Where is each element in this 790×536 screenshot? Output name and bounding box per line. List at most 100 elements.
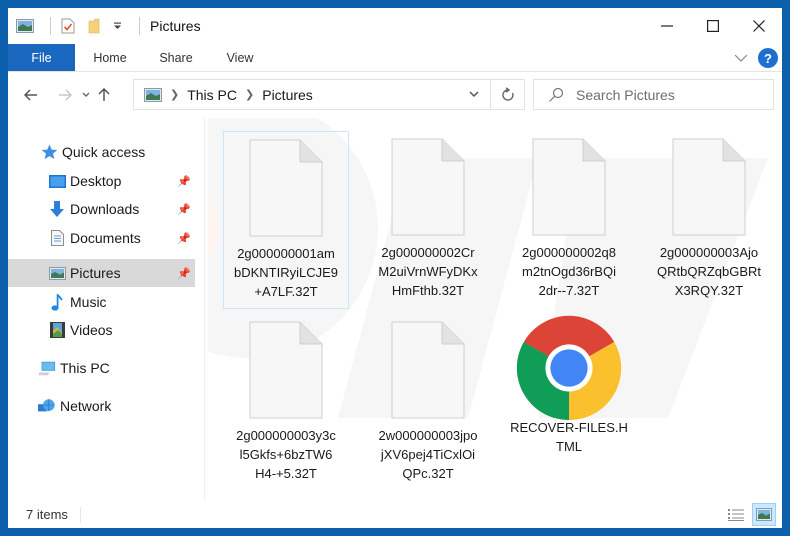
pictures-icon xyxy=(48,264,66,282)
pictures-location-icon xyxy=(144,87,162,102)
minimize-button[interactable] xyxy=(644,8,690,44)
desktop-icon xyxy=(48,172,66,190)
chevron-down-icon xyxy=(469,91,479,98)
network-icon xyxy=(38,397,56,415)
generic-file-icon xyxy=(249,139,323,237)
window-title: Pictures xyxy=(150,18,201,34)
details-view-button[interactable] xyxy=(724,503,748,526)
quick-access-toolbar: Pictures xyxy=(8,8,201,44)
sidebar-item-downloads[interactable]: Downloads 📌 xyxy=(8,195,195,223)
generic-file-icon xyxy=(391,321,465,419)
file-item[interactable]: 2g000000002Cr M2uiVrnWFyDKx HmFthb.32T xyxy=(365,131,491,309)
close-icon xyxy=(753,20,765,32)
sidebar-item-label: Music xyxy=(70,294,107,310)
search-box[interactable]: Search Pictures xyxy=(533,79,774,110)
customize-toolbar-dropdown-icon[interactable] xyxy=(111,17,123,35)
file-item[interactable]: RECOVER-FILES.H TML xyxy=(506,314,632,492)
tab-share[interactable]: Share xyxy=(145,44,207,71)
sidebar-item-music[interactable]: Music xyxy=(8,288,195,316)
sidebar-item-label: This PC xyxy=(60,360,110,376)
sidebar-item-documents[interactable]: Documents 📌 xyxy=(8,224,195,252)
up-button[interactable] xyxy=(94,80,114,110)
properties-icon[interactable] xyxy=(59,17,77,35)
sidebar-item-label: Documents xyxy=(70,230,141,246)
breadcrumb-chevron-icon: ❯ xyxy=(245,89,255,101)
sidebar-item-pictures[interactable]: Pictures 📌 xyxy=(8,259,195,287)
tab-home[interactable]: Home xyxy=(75,44,145,71)
refresh-icon xyxy=(501,87,514,101)
help-button[interactable]: ? xyxy=(758,48,778,68)
file-item[interactable]: 2w000000003jpo jXV6pej4TiCxlOi QPc.32T xyxy=(365,314,491,492)
file-name: 2g000000002Cr M2uiVrnWFyDKx HmFthb.32T xyxy=(378,245,478,298)
address-bar[interactable]: ❯ This PC ❯ Pictures xyxy=(133,79,525,110)
file-name: 2w000000003jpo jXV6pej4TiCxlOi QPc.32T xyxy=(378,428,478,481)
large-icons-view-button[interactable] xyxy=(752,503,776,526)
file-explorer-window: Pictures File Home Share View ? ❯ This P… xyxy=(8,8,782,528)
file-name: 2g000000001am bDKNTIRyiLCJE9 +A7LF.32T xyxy=(233,246,339,299)
recent-locations-button[interactable] xyxy=(78,80,94,110)
file-item[interactable]: 2g000000001am bDKNTIRyiLCJE9 +A7LF.32T xyxy=(223,131,349,309)
sidebar-item-this-pc[interactable]: This PC xyxy=(8,354,195,382)
file-item[interactable]: 2g000000003Ajo QRtbQRZqbGBRt X3RQY.32T xyxy=(646,131,772,309)
status-bar: 7 items xyxy=(8,501,782,528)
sidebar-item-network[interactable]: Network xyxy=(8,392,195,420)
pictures-folder-icon[interactable] xyxy=(16,17,34,35)
download-arrow-icon xyxy=(48,200,66,218)
pin-icon[interactable]: 📌 xyxy=(177,267,191,280)
tab-file[interactable]: File xyxy=(8,44,75,71)
chevron-down-icon xyxy=(734,54,748,62)
search-input[interactable]: Search Pictures xyxy=(576,87,675,103)
file-list: 2g000000001am bDKNTIRyiLCJE9 +A7LF.32T 2g0… xyxy=(208,118,782,501)
item-count: 7 items xyxy=(26,506,81,523)
maximize-icon xyxy=(707,20,719,32)
refresh-button[interactable] xyxy=(490,80,524,109)
close-button[interactable] xyxy=(736,8,782,44)
maximize-button[interactable] xyxy=(690,8,736,44)
document-icon xyxy=(48,229,66,247)
toolbar-divider xyxy=(50,17,51,35)
pane-divider[interactable] xyxy=(204,118,205,501)
sidebar-item-label: Network xyxy=(60,398,112,414)
sidebar-item-label: Downloads xyxy=(70,201,140,217)
tab-view[interactable]: View xyxy=(207,44,273,71)
generic-file-icon xyxy=(391,138,465,236)
generic-file-icon xyxy=(249,321,323,419)
sidebar-item-desktop[interactable]: Desktop 📌 xyxy=(8,167,195,195)
file-name: 2g000000003y3c l5Gkfs+6bzTW6 H4-+5.32T xyxy=(236,428,336,481)
sidebar-item-videos[interactable]: Videos xyxy=(8,316,195,344)
file-name: 2g000000003Ajo QRtbQRZqbGBRt X3RQY.32T xyxy=(656,245,762,298)
back-button[interactable] xyxy=(18,80,44,110)
file-name: 2g000000002q8 m2tnOgd36rBQi 2dr--7.32T xyxy=(522,245,616,298)
navigation-pane: Quick access Desktop 📌 Downloads 📌 Docum… xyxy=(8,118,200,501)
file-item[interactable]: 2g000000002q8 m2tnOgd36rBQi 2dr--7.32T xyxy=(506,131,632,309)
file-item[interactable]: 2g000000003y3c l5Gkfs+6bzTW6 H4-+5.32T xyxy=(223,314,349,492)
pin-icon[interactable]: 📌 xyxy=(177,203,191,216)
breadcrumb-chevron-icon: ❯ xyxy=(170,89,180,101)
generic-file-icon xyxy=(532,138,606,236)
sidebar-item-label: Desktop xyxy=(70,173,122,189)
sidebar-item-quick-access[interactable]: Quick access xyxy=(8,138,195,166)
forward-button[interactable] xyxy=(52,80,78,110)
toolbar-divider xyxy=(139,17,140,35)
sidebar-item-label: Videos xyxy=(70,322,113,338)
new-folder-icon[interactable] xyxy=(85,17,103,35)
expand-ribbon-button[interactable] xyxy=(734,54,748,62)
computer-icon xyxy=(38,359,56,377)
navigation-bar: ❯ This PC ❯ Pictures Search Pictures xyxy=(8,72,782,118)
film-icon xyxy=(48,321,66,339)
arrow-right-icon xyxy=(59,89,72,101)
large-icons-view-icon xyxy=(756,508,772,521)
address-history-dropdown[interactable] xyxy=(462,80,486,109)
music-note-icon xyxy=(48,293,66,311)
breadcrumb-this-pc[interactable]: This PC xyxy=(187,87,237,103)
ribbon-tabs: File Home Share View ? xyxy=(8,44,782,72)
pin-icon[interactable]: 📌 xyxy=(177,232,191,245)
file-name: RECOVER-FILES.H TML xyxy=(510,420,628,454)
pin-icon[interactable]: 📌 xyxy=(177,175,191,188)
sidebar-item-label: Quick access xyxy=(62,144,146,160)
breadcrumb-pictures[interactable]: Pictures xyxy=(262,87,313,103)
chevron-down-icon xyxy=(82,92,90,97)
generic-file-icon xyxy=(672,138,746,236)
sidebar-item-label: Pictures xyxy=(70,265,121,281)
title-bar: Pictures xyxy=(8,8,782,44)
